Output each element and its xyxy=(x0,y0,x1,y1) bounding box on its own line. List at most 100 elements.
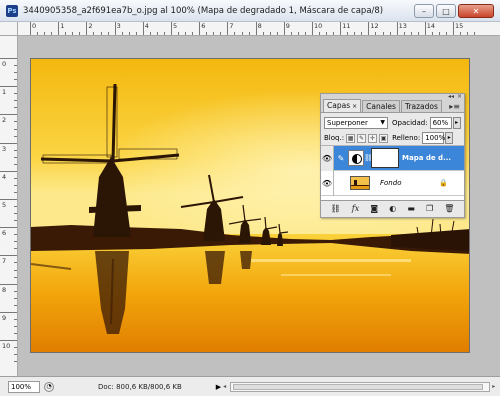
ruler-tick xyxy=(149,32,151,35)
ruler-tick xyxy=(135,32,137,35)
panel-menu-icon[interactable]: ▸≡ xyxy=(449,102,460,111)
tab-layers[interactable]: Capas × xyxy=(323,99,362,112)
ruler-tick xyxy=(269,32,271,35)
ruler-tick xyxy=(445,32,447,35)
ruler-tick xyxy=(14,290,17,292)
ruler-tick-label: 8 xyxy=(2,285,7,294)
ruler-corner[interactable] xyxy=(0,22,18,36)
ruler-tick xyxy=(312,22,313,35)
ruler-tick-label: 5 xyxy=(2,201,7,209)
ruler-tick xyxy=(347,32,349,35)
ruler-tick-label: 8 xyxy=(257,22,262,30)
link-chain-icon[interactable]: ⛓ xyxy=(364,154,373,162)
lock-label: Bloq.: xyxy=(324,134,345,142)
layers-list: 👁 ✎ ⛓ Mapa de d... 👁 Fondo 🔒 xyxy=(321,145,464,201)
new-layer-icon[interactable]: ❐ xyxy=(426,204,433,213)
panel-close-icon[interactable]: × xyxy=(457,93,462,100)
ruler-horizontal[interactable]: 0 1 2 3 4 5 6 7 8 9 10 11 12 13 14 15 xyxy=(18,22,500,36)
scroll-left-icon[interactable]: ◂ xyxy=(223,383,226,390)
ruler-tick xyxy=(0,142,17,144)
ruler-tick xyxy=(14,234,17,236)
layer-background[interactable]: 👁 Fondo 🔒 xyxy=(321,170,464,196)
ruler-tick-label: 2 xyxy=(2,116,7,125)
trash-icon[interactable]: 🗑 xyxy=(444,204,454,213)
fx-icon[interactable]: fx xyxy=(352,204,359,213)
ruler-tick xyxy=(283,22,285,35)
opacity-input[interactable]: 60% xyxy=(429,117,452,129)
status-info-icon[interactable]: ◔ xyxy=(44,381,54,392)
ruler-tick xyxy=(410,32,412,35)
ruler-tick xyxy=(319,32,321,35)
ruler-tick-label: 10 xyxy=(2,342,11,350)
ruler-tick xyxy=(276,32,278,35)
ruler-tick xyxy=(297,32,299,35)
ruler-tick xyxy=(14,206,17,208)
doc-info: Doc: 800,6 KB/800,6 KB xyxy=(98,382,182,391)
ruler-tick xyxy=(0,340,17,341)
ruler-tick xyxy=(171,22,172,35)
panel-tabs: Capas × Canales Trazados ▸≡ xyxy=(321,99,464,113)
ruler-tick-label: 7 xyxy=(2,257,7,266)
lock-pixels-icon[interactable]: ✎ xyxy=(357,133,367,143)
ruler-vertical[interactable]: 0 1 2 3 4 5 6 7 8 9 10 xyxy=(0,36,18,376)
horizontal-scrollbar[interactable] xyxy=(230,381,491,392)
ruler-tick xyxy=(14,163,17,165)
layer-gradient-map[interactable]: 👁 ✎ ⛓ Mapa de d... xyxy=(321,145,464,171)
tab-layers-label: Capas xyxy=(327,101,351,110)
ruler-tick xyxy=(93,32,95,35)
fill-slider-button[interactable]: ▸ xyxy=(445,132,454,144)
ruler-tick xyxy=(107,32,109,35)
ruler-tick xyxy=(14,128,17,130)
ruler-tick xyxy=(65,32,67,35)
lock-all-icon[interactable]: ▣ xyxy=(379,133,389,143)
panel-collapse-icon[interactable]: ◂◂ xyxy=(448,93,454,100)
layer-thumbnail[interactable] xyxy=(350,176,370,190)
scroll-right-icon[interactable]: ▸ xyxy=(492,383,495,390)
ruler-tick xyxy=(368,22,370,35)
adjustment-icon[interactable]: ◐ xyxy=(389,204,396,213)
photoshop-icon: Ps xyxy=(6,4,18,17)
ruler-tick-label: 14 xyxy=(426,22,436,30)
ruler-tick xyxy=(389,32,391,35)
ruler-tick xyxy=(14,93,17,95)
eye-icon[interactable]: 👁 xyxy=(321,145,334,171)
maximize-button[interactable]: □ xyxy=(436,4,456,18)
close-button[interactable]: ✕ xyxy=(458,4,494,18)
ruler-tick xyxy=(467,32,469,35)
ruler-tick xyxy=(326,32,328,35)
lock-position-icon[interactable]: ✛ xyxy=(368,133,378,143)
fill-input[interactable]: 100% xyxy=(422,132,445,144)
tab-paths[interactable]: Trazados xyxy=(400,100,442,112)
mask-icon[interactable]: ◙ xyxy=(370,204,378,213)
lock-transparency-icon[interactable]: ▦ xyxy=(346,133,356,143)
ruler-tick xyxy=(14,177,17,179)
layer-name[interactable]: Fondo xyxy=(380,179,401,187)
window-controls: – □ ✕ xyxy=(414,4,494,18)
ruler-tick-label: 3 xyxy=(2,144,7,153)
ruler-tick xyxy=(14,220,17,222)
adjustment-layer-icon[interactable] xyxy=(348,150,364,166)
folder-icon[interactable]: ▬ xyxy=(407,204,415,213)
layers-panel: ◂◂ × Capas × Canales Trazados ▸≡ Superpon… xyxy=(320,93,465,218)
tab-close-icon[interactable]: × xyxy=(352,103,357,110)
minimize-button[interactable]: – xyxy=(414,4,434,18)
blend-mode-select[interactable]: Superponer ▼ xyxy=(324,117,388,129)
status-menu-arrow-icon[interactable]: ▶ xyxy=(216,383,221,391)
ruler-tick xyxy=(14,65,17,67)
ruler-tick xyxy=(14,248,17,250)
zoom-input[interactable]: 100% xyxy=(8,380,40,393)
ruler-tick xyxy=(14,325,17,327)
link-icon[interactable]: ⛓ xyxy=(331,204,341,213)
layer-mask-thumbnail[interactable] xyxy=(371,148,399,168)
ruler-tick xyxy=(142,22,144,35)
eye-icon[interactable]: 👁 xyxy=(321,170,334,196)
ruler-tick-label: 1 xyxy=(2,88,7,97)
ruler-tick-label: 9 xyxy=(285,22,290,30)
ruler-tick-label: 5 xyxy=(173,22,178,30)
ruler-tick xyxy=(14,297,17,299)
ruler-tick-label: 4 xyxy=(2,172,7,181)
tab-channels[interactable]: Canales xyxy=(362,100,400,112)
opacity-slider-button[interactable]: ▸ xyxy=(452,117,461,129)
scrollbar-thumb[interactable] xyxy=(233,383,484,390)
layer-name[interactable]: Mapa de d... xyxy=(402,154,451,162)
